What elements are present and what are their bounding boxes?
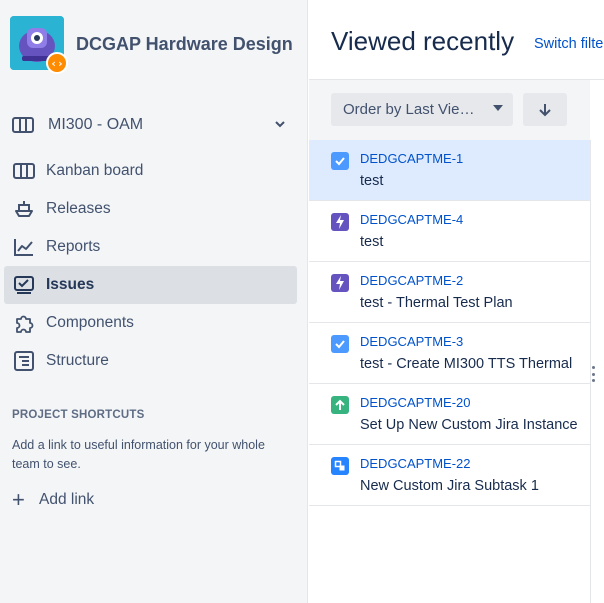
chart-line-icon <box>12 235 36 259</box>
order-by-select[interactable]: Order by Last Vie… <box>331 93 513 126</box>
issue-row[interactable]: DEDGCAPTME-4 test <box>309 201 590 262</box>
sidebar-item-label: Releases <box>46 200 111 217</box>
issue-row[interactable]: DEDGCAPTME-22 New Custom Jira Subtask 1 <box>309 445 590 506</box>
issue-summary: test <box>360 234 384 250</box>
board-icon <box>12 117 34 133</box>
board-selector-label: MI300 - OAM <box>48 116 144 133</box>
issue-summary: New Custom Jira Subtask 1 <box>360 478 539 494</box>
sidebar-item-releases[interactable]: Releases <box>4 190 297 228</box>
lightning-icon <box>331 274 349 292</box>
project-header[interactable]: ‹› DCGAP Hardware Design <box>10 16 293 74</box>
structure-icon <box>12 349 36 373</box>
sidebar-item-label: Issues <box>46 276 95 293</box>
add-link-label: Add link <box>39 491 95 508</box>
shortcuts-heading: PROJECT SHORTCUTS <box>12 409 145 421</box>
issue-summary: test - Create MI300 TTS Thermal <box>360 356 573 372</box>
issue-row[interactable]: DEDGCAPTME-3 test - Create MI300 TTS The… <box>309 323 590 384</box>
project-title: DCGAP Hardware Design <box>76 33 293 54</box>
issue-key[interactable]: DEDGCAPTME-20 <box>360 395 471 410</box>
switch-filter-link[interactable]: Switch filter <box>534 36 604 52</box>
issues-icon <box>12 273 36 297</box>
shortcuts-description: Add a link to useful information for you… <box>12 438 265 471</box>
ship-icon <box>12 197 36 221</box>
subtask-icon <box>331 457 349 475</box>
issue-row[interactable]: DEDGCAPTME-2 test - Thermal Test Plan <box>309 262 590 323</box>
issue-summary: test - Thermal Test Plan <box>360 295 513 311</box>
issue-key[interactable]: DEDGCAPTME-2 <box>360 273 463 288</box>
sidebar-item-reports[interactable]: Reports <box>4 228 297 266</box>
issue-key[interactable]: DEDGCAPTME-1 <box>360 151 463 166</box>
arrow-up-icon <box>331 396 349 414</box>
task-checkbox-icon <box>331 152 349 170</box>
project-avatar: ‹› <box>10 16 68 74</box>
sidebar-item-label: Kanban board <box>46 162 144 179</box>
code-badge-icon: ‹› <box>46 52 68 74</box>
issue-key[interactable]: DEDGCAPTME-22 <box>360 456 471 471</box>
board-selector[interactable]: MI300 - OAM <box>4 106 296 144</box>
issue-summary: test <box>360 173 384 189</box>
sidebar-nav: Kanban board Releases Reports Issues Com… <box>4 152 297 380</box>
list-toolbar: Order by Last Vie… <box>309 80 590 140</box>
chevron-down-icon <box>275 121 285 128</box>
sidebar-item-kanban-board[interactable]: Kanban board <box>4 152 297 190</box>
sidebar-item-label: Components <box>46 314 134 331</box>
issue-row[interactable]: DEDGCAPTME-1 test <box>309 140 590 201</box>
main-panel: Viewed recently Switch filter Order by L… <box>309 0 604 603</box>
caret-down-icon <box>493 105 503 111</box>
issue-key[interactable]: DEDGCAPTME-3 <box>360 334 463 349</box>
order-by-label: Order by Last Vie… <box>343 101 475 118</box>
issue-list: DEDGCAPTME-1 test DEDGCAPTME-4 test DEDG… <box>309 140 590 506</box>
issue-summary: Set Up New Custom Jira Instance <box>360 417 578 433</box>
puzzle-icon <box>12 311 36 335</box>
sort-direction-button[interactable] <box>523 93 567 126</box>
sidebar-item-label: Structure <box>46 352 109 369</box>
page-title: Viewed recently <box>331 26 515 56</box>
issue-key[interactable]: DEDGCAPTME-4 <box>360 212 463 227</box>
drag-handle-icon[interactable] <box>592 366 596 382</box>
sidebar-item-structure[interactable]: Structure <box>4 342 297 380</box>
sidebar-item-components[interactable]: Components <box>4 304 297 342</box>
arrow-down-icon <box>539 103 551 116</box>
add-link-button[interactable]: + Add link <box>12 488 94 512</box>
board-icon <box>12 159 36 183</box>
lightning-icon <box>331 213 349 231</box>
task-checkbox-icon <box>331 335 349 353</box>
sidebar-item-issues[interactable]: Issues <box>4 266 297 304</box>
plus-icon: + <box>12 487 25 512</box>
issue-row[interactable]: DEDGCAPTME-20 Set Up New Custom Jira Ins… <box>309 384 590 445</box>
main-header: Viewed recently Switch filter <box>309 0 604 80</box>
sidebar: ‹› DCGAP Hardware Design MI300 - OAM Kan… <box>0 0 308 603</box>
sidebar-item-label: Reports <box>46 238 101 255</box>
